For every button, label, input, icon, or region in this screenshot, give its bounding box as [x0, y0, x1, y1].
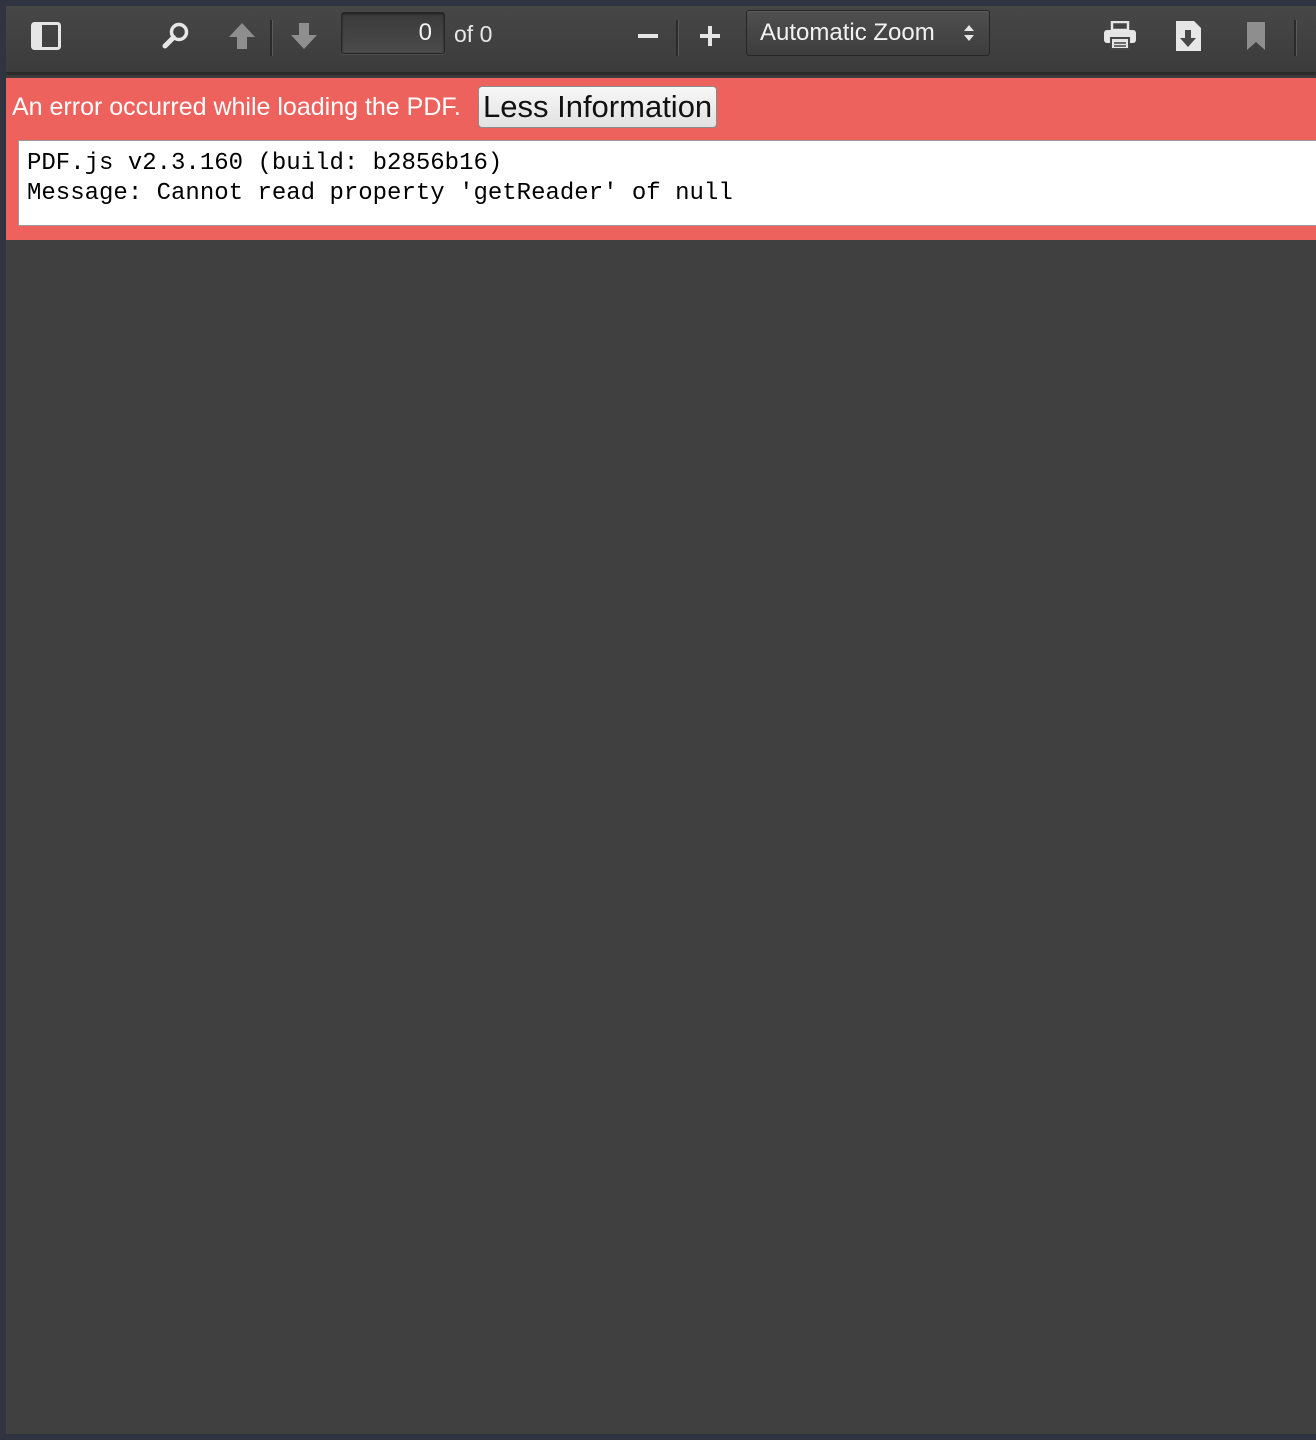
find-button[interactable]: [156, 18, 196, 54]
toolbar-separator: [1294, 20, 1297, 56]
download-button[interactable]: [1168, 18, 1208, 54]
printer-icon: [1104, 21, 1136, 50]
bookmark-button[interactable]: [1238, 18, 1274, 54]
zoom-out-button[interactable]: [630, 18, 666, 54]
zoom-in-button[interactable]: [692, 18, 728, 54]
next-page-button[interactable]: [284, 18, 324, 54]
error-details-box[interactable]: PDF.js v2.3.160 (build: b2856b16) Messag…: [18, 140, 1316, 226]
bookmark-icon: [1247, 22, 1265, 50]
zoom-select-value: Automatic Zoom: [760, 19, 935, 46]
toolbar: of 0 Automatic Zoom: [6, 6, 1316, 73]
arrow-down-icon: [291, 23, 317, 49]
error-details-line: Message: Cannot read property 'getReader…: [27, 180, 733, 207]
plus-icon: [700, 26, 720, 46]
page-count-label: of 0: [454, 21, 493, 47]
toolbar-separator: [676, 20, 679, 56]
chevron-updown-icon: [964, 25, 974, 41]
arrow-up-icon: [229, 23, 255, 49]
error-message: An error occurred while loading the PDF.: [12, 93, 461, 121]
sidebar-toggle-button[interactable]: [26, 18, 66, 54]
less-information-button[interactable]: Less Information: [478, 86, 718, 128]
error-details-line: PDF.js v2.3.160 (build: b2856b16): [27, 150, 503, 177]
search-icon: [162, 22, 189, 49]
download-icon: [1176, 21, 1201, 51]
zoom-select[interactable]: Automatic Zoom: [746, 10, 990, 56]
page-number-input[interactable]: [341, 12, 445, 54]
error-banner: An error occurred while loading the PDF.…: [6, 78, 1316, 240]
minus-icon: [638, 34, 658, 38]
pdf-viewer: of 0 Automatic Zoom: [6, 6, 1316, 1434]
sidebar-toggle-icon: [31, 22, 61, 50]
toolbar-separator: [270, 20, 273, 56]
print-button[interactable]: [1100, 18, 1140, 54]
previous-page-button[interactable]: [222, 18, 262, 54]
